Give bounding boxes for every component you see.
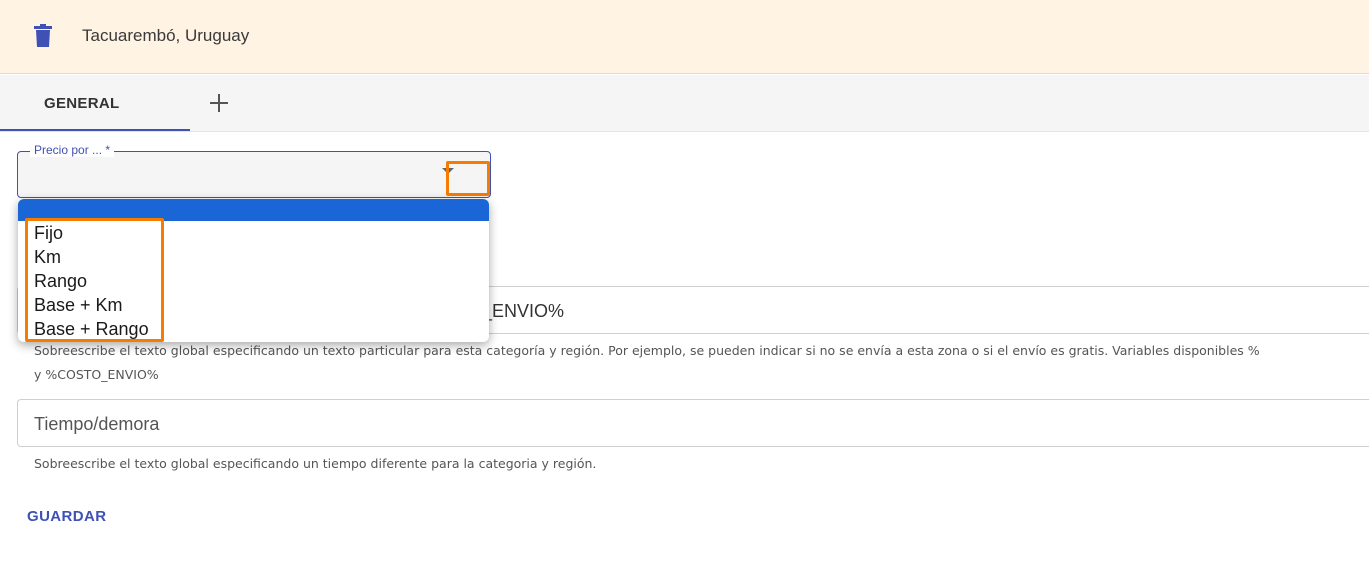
- message-hint-line1: Sobreescribe el texto global especifican…: [34, 343, 1260, 358]
- time-field-placeholder: Tiempo/demora: [34, 414, 160, 434]
- tab-general[interactable]: GENERAL: [0, 75, 190, 131]
- options-highlight-box: [25, 218, 164, 342]
- time-text-field[interactable]: Tiempo/demora: [17, 399, 1369, 447]
- price-select[interactable]: Precio por ... *: [17, 143, 491, 198]
- time-hint: Sobreescribe el texto global especifican…: [34, 456, 597, 471]
- price-select-label: Precio por ... *: [30, 143, 115, 157]
- region-title: Tacuarembó, Uruguay: [82, 26, 250, 45]
- tab-general-label: GENERAL: [44, 95, 120, 112]
- plus-icon[interactable]: [205, 89, 233, 117]
- save-button[interactable]: GUARDAR: [18, 501, 115, 533]
- region-header: Tacuarembó, Uruguay: [0, 0, 1369, 74]
- message-field-value: _ENVIO%: [482, 301, 565, 321]
- tab-bar: GENERAL: [0, 75, 1369, 132]
- arrow-highlight-box: [446, 161, 490, 196]
- message-hint-line2: y %COSTO_ENVIO%: [34, 367, 159, 382]
- trash-icon[interactable]: [34, 24, 52, 47]
